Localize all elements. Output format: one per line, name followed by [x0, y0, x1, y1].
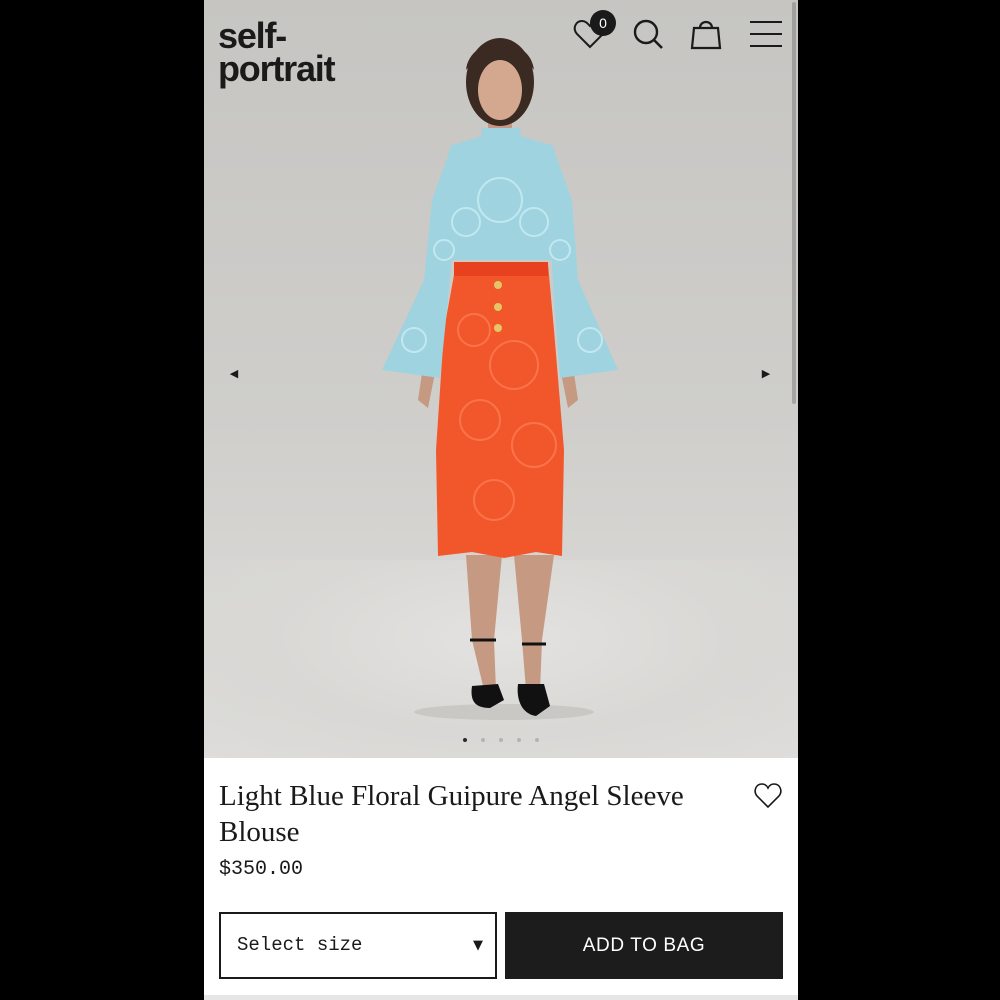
search-button[interactable]: [628, 14, 668, 54]
product-price: $350.00: [219, 858, 304, 881]
gallery-dot[interactable]: [517, 738, 521, 742]
brand-logo[interactable]: self- portrait: [218, 18, 336, 89]
wishlist-count-badge: 0: [590, 10, 616, 36]
gallery-dot[interactable]: [535, 738, 539, 742]
product-image-gallery[interactable]: self- portrait 0 ◀ ▶: [204, 0, 798, 758]
size-select-label: Select size: [237, 934, 363, 956]
divider: [204, 995, 798, 1000]
page-scrollbar[interactable]: [792, 2, 796, 404]
add-to-bag-button[interactable]: ADD TO BAG: [505, 912, 783, 979]
product-info: Light Blue Floral Guipure Angel Sleeve B…: [204, 758, 798, 1000]
menu-icon: [750, 21, 782, 47]
gallery-pagination: [204, 738, 798, 746]
chevron-down-icon: ▼: [473, 938, 483, 953]
size-select[interactable]: Select size ▼: [219, 912, 497, 979]
shopping-bag-icon: [690, 20, 722, 50]
add-to-wishlist-button[interactable]: [752, 780, 784, 810]
product-title: Light Blue Floral Guipure Angel Sleeve B…: [219, 780, 684, 848]
next-image-arrow-icon[interactable]: ▶: [756, 364, 776, 384]
menu-button[interactable]: [746, 14, 786, 54]
logo-line-2: portrait: [218, 48, 336, 89]
shopping-bag-button[interactable]: [686, 14, 726, 54]
gallery-dot[interactable]: [463, 738, 467, 742]
heart-icon: [754, 783, 782, 809]
previous-image-arrow-icon[interactable]: ◀: [224, 364, 244, 384]
gallery-dot[interactable]: [481, 738, 485, 742]
gallery-dot[interactable]: [499, 738, 503, 742]
mobile-screen: self- portrait 0 ◀ ▶ Light Blue Floral G…: [204, 0, 798, 1000]
product-model-image: [382, 38, 618, 720]
search-icon: [633, 19, 663, 49]
